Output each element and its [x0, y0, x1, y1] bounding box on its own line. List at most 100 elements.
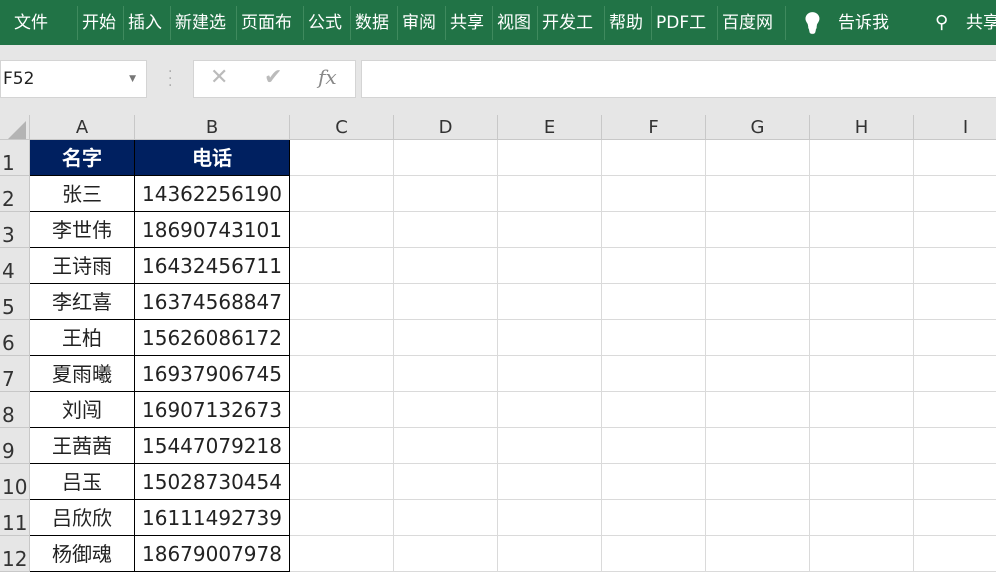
cell-I9[interactable]	[914, 428, 996, 464]
cell-I4[interactable]	[914, 248, 996, 284]
cell-F6[interactable]	[602, 320, 706, 356]
cell-B10[interactable]: 15028730454	[135, 464, 290, 500]
cell-I5[interactable]	[914, 284, 996, 320]
cell-E8[interactable]	[498, 392, 602, 428]
cell-F4[interactable]	[602, 248, 706, 284]
cell-C10[interactable]	[290, 464, 394, 500]
column-header-E[interactable]: E	[498, 115, 602, 140]
cell-I10[interactable]	[914, 464, 996, 500]
cell-F2[interactable]	[602, 176, 706, 212]
cell-B6[interactable]: 15626086172	[135, 320, 290, 356]
cell-C1[interactable]	[290, 140, 394, 176]
tab-2[interactable]: 插入	[128, 11, 168, 35]
cell-F9[interactable]	[602, 428, 706, 464]
column-header-C[interactable]: C	[290, 115, 394, 140]
cell-H8[interactable]	[810, 392, 914, 428]
cell-I3[interactable]	[914, 212, 996, 248]
tab-4[interactable]: 页面布	[241, 11, 301, 35]
tab-10[interactable]: 开发工	[542, 11, 601, 35]
column-header-B[interactable]: B	[135, 115, 290, 140]
tab-5[interactable]: 公式	[308, 11, 347, 35]
cell-D4[interactable]	[394, 248, 498, 284]
column-header-H[interactable]: H	[810, 115, 914, 140]
cell-H1[interactable]	[810, 140, 914, 176]
cell-G10[interactable]	[706, 464, 810, 500]
cell-I6[interactable]	[914, 320, 996, 356]
row-header-1[interactable]: 1	[0, 140, 30, 176]
cell-G8[interactable]	[706, 392, 810, 428]
cell-B1[interactable]: 电话	[135, 140, 290, 176]
column-header-I[interactable]: I	[914, 115, 996, 140]
tab-11[interactable]: 帮助	[609, 11, 648, 35]
cell-C11[interactable]	[290, 500, 394, 536]
tab-0[interactable]: 文件	[14, 11, 54, 35]
cell-C7[interactable]	[290, 356, 394, 392]
tab-1[interactable]: 开始	[82, 11, 120, 35]
row-header-7[interactable]: 7	[0, 356, 30, 392]
cell-E6[interactable]	[498, 320, 602, 356]
cell-H9[interactable]	[810, 428, 914, 464]
cell-B3[interactable]: 18690743101	[135, 212, 290, 248]
formula-input[interactable]	[361, 60, 996, 98]
row-header-11[interactable]: 11	[0, 500, 30, 536]
cell-A5[interactable]: 李红喜	[30, 284, 135, 320]
column-header-F[interactable]: F	[602, 115, 706, 140]
cell-H3[interactable]	[810, 212, 914, 248]
cell-D5[interactable]	[394, 284, 498, 320]
row-header-8[interactable]: 8	[0, 392, 30, 428]
enter-icon[interactable]: ✔	[264, 65, 282, 90]
cell-D6[interactable]	[394, 320, 498, 356]
cell-B5[interactable]: 16374568847	[135, 284, 290, 320]
drag-handle-icon[interactable]: · · ·	[168, 65, 172, 93]
chevron-down-icon[interactable]: ▼	[129, 61, 136, 97]
row-header-5[interactable]: 5	[0, 284, 30, 320]
cell-A8[interactable]: 刘闯	[30, 392, 135, 428]
lightbulb-icon[interactable]: 💡	[800, 11, 822, 35]
cell-I1[interactable]	[914, 140, 996, 176]
row-header-6[interactable]: 6	[0, 320, 30, 356]
cell-B2[interactable]: 14362256190	[135, 176, 290, 212]
cell-D1[interactable]	[394, 140, 498, 176]
cell-B11[interactable]: 16111492739	[135, 500, 290, 536]
cell-B4[interactable]: 16432456711	[135, 248, 290, 284]
cell-G11[interactable]	[706, 500, 810, 536]
cancel-icon[interactable]: ✕	[210, 65, 228, 90]
tab-7[interactable]: 审阅	[402, 11, 442, 35]
cell-E10[interactable]	[498, 464, 602, 500]
cell-F8[interactable]	[602, 392, 706, 428]
cell-C2[interactable]	[290, 176, 394, 212]
cell-B7[interactable]: 16937906745	[135, 356, 290, 392]
row-header-4[interactable]: 4	[0, 248, 30, 284]
cell-C6[interactable]	[290, 320, 394, 356]
cell-C3[interactable]	[290, 212, 394, 248]
cell-A4[interactable]: 王诗雨	[30, 248, 135, 284]
cell-D7[interactable]	[394, 356, 498, 392]
cell-G3[interactable]	[706, 212, 810, 248]
cell-E4[interactable]	[498, 248, 602, 284]
tab-12[interactable]: PDF工	[656, 11, 716, 35]
cell-C5[interactable]	[290, 284, 394, 320]
cell-E3[interactable]	[498, 212, 602, 248]
cell-B9[interactable]: 15447079218	[135, 428, 290, 464]
cell-A11[interactable]: 吕欣欣	[30, 500, 135, 536]
cell-F3[interactable]	[602, 212, 706, 248]
user-icon[interactable]: ⚲	[935, 11, 959, 35]
cell-I11[interactable]	[914, 500, 996, 536]
tell-me-button[interactable]: 告诉我	[838, 11, 898, 35]
cell-E9[interactable]	[498, 428, 602, 464]
cell-I7[interactable]	[914, 356, 996, 392]
cell-E5[interactable]	[498, 284, 602, 320]
cell-H10[interactable]	[810, 464, 914, 500]
cell-F11[interactable]	[602, 500, 706, 536]
cell-H5[interactable]	[810, 284, 914, 320]
cell-G2[interactable]	[706, 176, 810, 212]
row-header-3[interactable]: 3	[0, 212, 30, 248]
share-button[interactable]: 共享	[966, 11, 996, 35]
name-box[interactable]: F52 ▼	[0, 60, 147, 98]
cell-I2[interactable]	[914, 176, 996, 212]
cell-D11[interactable]	[394, 500, 498, 536]
cell-G4[interactable]	[706, 248, 810, 284]
cell-A3[interactable]: 李世伟	[30, 212, 135, 248]
cell-F1[interactable]	[602, 140, 706, 176]
column-header-G[interactable]: G	[706, 115, 810, 140]
